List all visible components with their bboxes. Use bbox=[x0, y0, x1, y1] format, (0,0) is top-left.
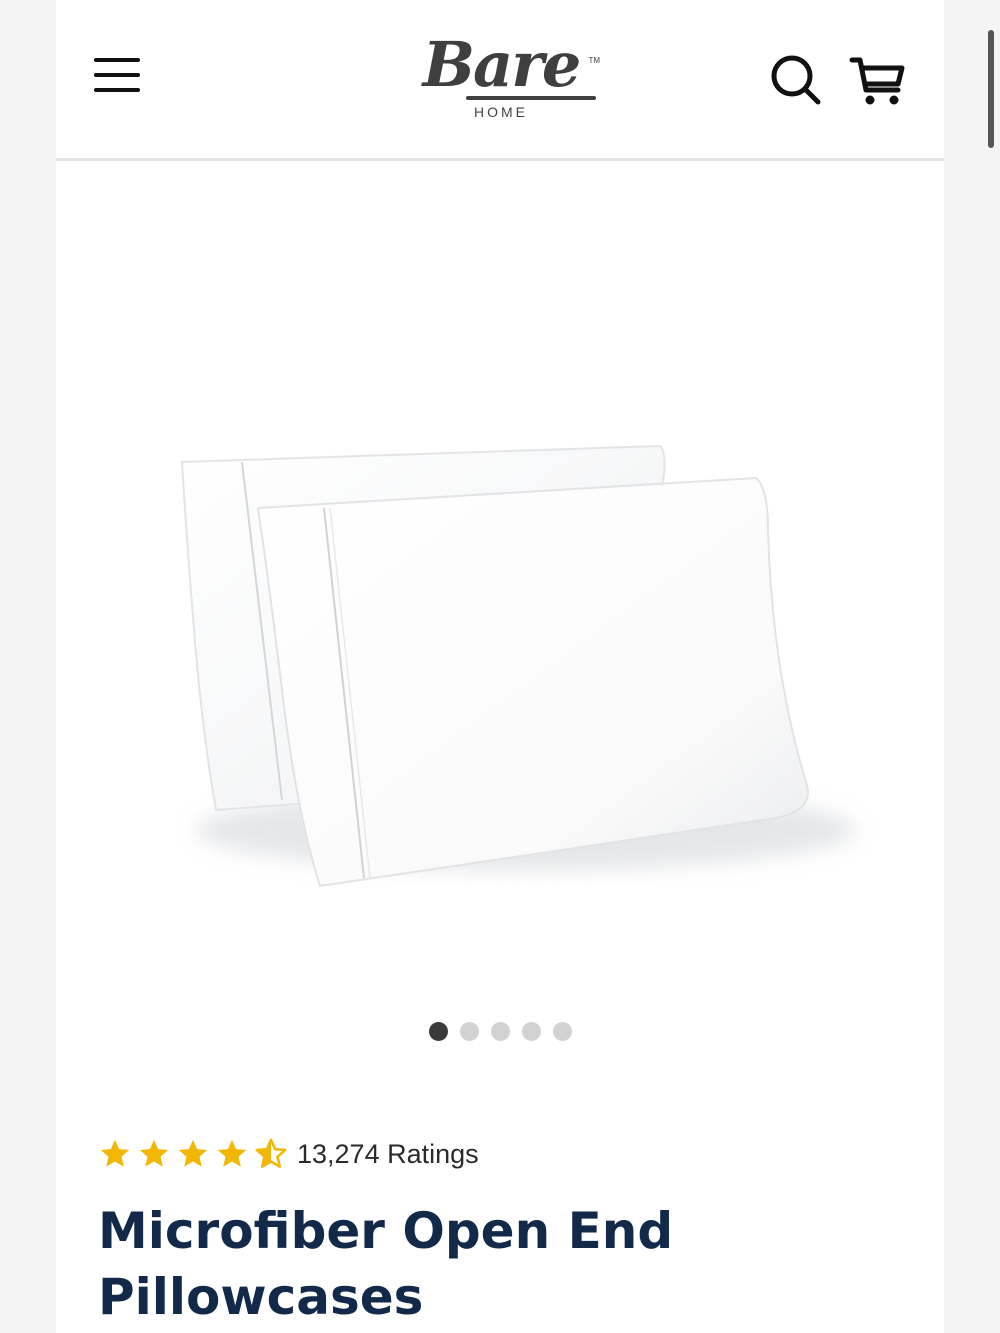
logo-swoosh bbox=[466, 96, 596, 100]
menu-button[interactable] bbox=[94, 58, 140, 98]
scrollbar[interactable] bbox=[988, 30, 994, 148]
cart-button[interactable] bbox=[848, 52, 908, 108]
star-half-icon bbox=[255, 1138, 287, 1168]
product-title-line1: Microfiber Open End bbox=[98, 1202, 674, 1260]
product-image[interactable] bbox=[56, 170, 944, 1010]
carousel-dot[interactable] bbox=[490, 1022, 510, 1041]
site-header: Bare TM HOME bbox=[56, 0, 944, 161]
brand-logo[interactable]: Bare TM HOME bbox=[396, 30, 606, 130]
brand-subtitle: HOME bbox=[474, 104, 528, 120]
carousel-dot[interactable] bbox=[428, 1022, 448, 1041]
star-rating bbox=[98, 1137, 293, 1171]
brand-trademark: TM bbox=[588, 56, 600, 65]
carousel-dot[interactable] bbox=[521, 1022, 541, 1041]
ratings-count: 13,274 Ratings bbox=[297, 1138, 479, 1169]
product-page: Bare TM HOME 13,274 Ratings Microfiber O… bbox=[56, 0, 994, 1333]
carousel-dot[interactable] bbox=[552, 1022, 572, 1041]
product-title-line2: Pillowcases bbox=[98, 1268, 424, 1326]
product-title: Microfiber Open End Pillowcases bbox=[98, 1198, 858, 1330]
star-full-icon bbox=[100, 1139, 130, 1167]
brand-name: Bare bbox=[422, 28, 582, 101]
search-icon bbox=[771, 55, 821, 105]
carousel-dots bbox=[56, 1022, 944, 1041]
menu-icon bbox=[94, 58, 140, 92]
pillowcases-image bbox=[180, 444, 856, 888]
star-full-icon bbox=[217, 1139, 247, 1167]
product-rating[interactable]: 13,274 Ratings bbox=[98, 1134, 479, 1174]
carousel-dot[interactable] bbox=[459, 1022, 479, 1041]
cart-icon bbox=[849, 57, 905, 105]
star-full-icon bbox=[139, 1139, 169, 1167]
star-full-icon bbox=[178, 1139, 208, 1167]
search-button[interactable] bbox=[768, 52, 824, 108]
